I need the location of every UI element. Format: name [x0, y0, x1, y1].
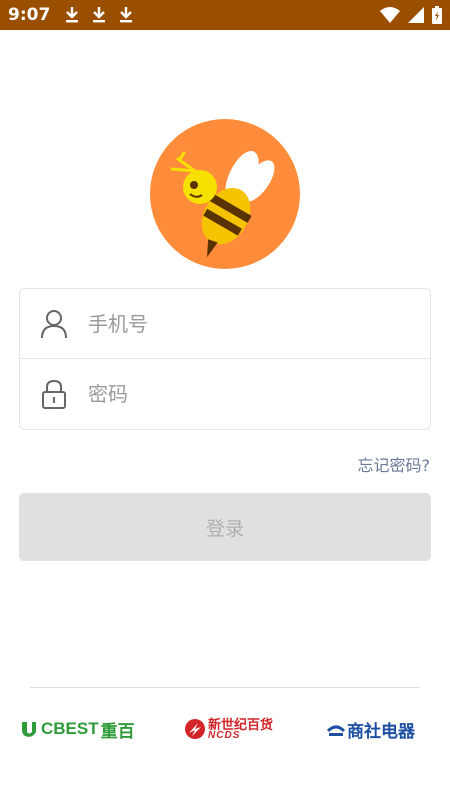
wifi-icon [380, 7, 400, 23]
shangshe-logo: 商社电器 [327, 713, 415, 745]
cbest-mark-icon [22, 722, 36, 737]
phone-row [20, 289, 430, 359]
login-form [19, 288, 431, 430]
login-button[interactable]: 登录 [19, 493, 431, 561]
forgot-password-link[interactable]: 忘记密码? [358, 452, 431, 476]
lock-icon [42, 379, 66, 409]
divider [30, 687, 420, 688]
cbest-logo: CBEST 重百 [20, 713, 135, 745]
shangshe-cn: 商社电器 [347, 721, 415, 741]
shangshe-mark-icon [327, 725, 345, 736]
signal-icon [408, 7, 424, 23]
password-row [20, 359, 430, 429]
download-icon [66, 7, 79, 23]
battery-icon [432, 6, 442, 24]
cbest-latin: CBEST [41, 719, 99, 738]
download-icon [120, 7, 133, 23]
status-time: 9:07 [8, 5, 51, 25]
download-icon [93, 7, 106, 23]
ncds-logo: 新世纪百货 NCDS [184, 713, 273, 745]
ncds-cn: 新世纪百货 [208, 716, 274, 732]
bee-logo-icon [150, 119, 300, 269]
password-input[interactable] [88, 374, 388, 414]
cbest-cn: 重百 [100, 721, 135, 741]
status-icons [380, 6, 442, 24]
ncds-mark-icon [185, 719, 205, 739]
phone-input[interactable] [88, 303, 388, 344]
ncds-latin: NCDS [208, 729, 241, 741]
user-icon [41, 309, 67, 338]
status-bar: 9:07 [0, 0, 450, 30]
